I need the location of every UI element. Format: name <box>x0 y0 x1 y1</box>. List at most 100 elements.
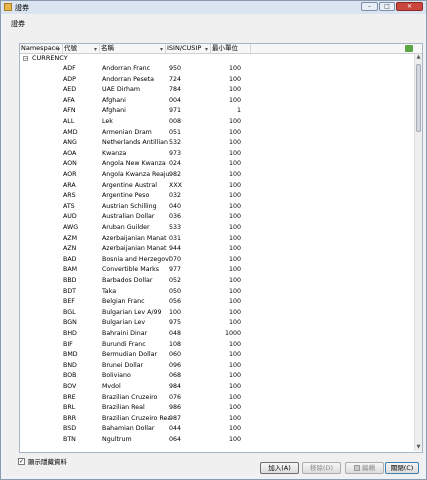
table-row[interactable]: BRR Brazilian Cruzeiro Real 987 100 <box>20 414 412 425</box>
scroll-down-icon[interactable]: ▼ <box>416 444 421 450</box>
cell-name: Austrian Schilling <box>102 202 157 210</box>
maximize-button[interactable]: □ <box>379 2 395 11</box>
cell-name: Angola New Kwanza <box>102 160 166 168</box>
close-window-button[interactable]: ✕ <box>396 2 423 11</box>
cell-isin: XXX <box>169 181 182 189</box>
cell-name: Ngultrum <box>102 436 132 443</box>
cell-min-unit: 100 <box>228 255 241 263</box>
table-row[interactable]: ADP Andorran Peseta 724 100 <box>20 75 412 86</box>
cell-isin: 973 <box>169 149 182 157</box>
table-row[interactable]: BDT Taka 050 100 <box>20 287 412 298</box>
column-header-code[interactable]: 代號 ▾ <box>63 44 100 53</box>
cell-code: BND <box>63 361 77 369</box>
table-row[interactable]: AFA Afghani 004 100 <box>20 96 412 107</box>
cell-min-unit: 100 <box>228 75 241 83</box>
cell-name: Taka <box>102 287 117 295</box>
table-row[interactable]: ALL Lek 008 100 <box>20 117 412 128</box>
table-row[interactable]: BGL Bulgarian Lev A/99 100 100 <box>20 308 412 319</box>
table-row[interactable]: BGN Bulgarian Lev 975 100 <box>20 318 412 329</box>
table-row[interactable]: AON Angola New Kwanza 024 100 <box>20 159 412 170</box>
table-row[interactable]: ARA Argentine Austral XXX 100 <box>20 181 412 192</box>
filter-icon[interactable]: ▾ <box>205 45 208 53</box>
cell-code: ADP <box>63 75 76 83</box>
filter-icon[interactable]: ▾ <box>160 45 163 53</box>
filter-icon[interactable]: ▾ <box>94 45 97 53</box>
edit-button[interactable]: 編輯 <box>345 462 384 474</box>
cell-name: Boliviano <box>102 372 131 380</box>
cell-min-unit: 100 <box>228 404 241 412</box>
column-header-isin[interactable]: ISIN/CUSIP ▾ <box>166 44 211 53</box>
cell-name: Barbados Dollar <box>102 277 153 284</box>
table-row[interactable]: BTN Ngultrum 064 100 <box>20 435 412 446</box>
scroll-up-icon[interactable]: ▲ <box>416 54 421 60</box>
table-row[interactable]: ARS Argentine Peso 032 100 <box>20 191 412 202</box>
cell-isin: 032 <box>169 192 182 200</box>
cell-min-unit: 1 <box>236 107 241 115</box>
table-row[interactable]: BOV Mvdol 984 100 <box>20 382 412 393</box>
cell-min-unit: 100 <box>228 266 241 274</box>
cell-name: Kwanza <box>102 149 127 157</box>
cell-isin: 031 <box>169 234 182 242</box>
cell-min-unit: 100 <box>228 96 241 104</box>
table-row[interactable]: BND Brunei Dollar 096 100 <box>20 361 412 372</box>
cell-isin: 108 <box>169 340 182 348</box>
cell-code: ATS <box>63 202 75 210</box>
cell-code: BBD <box>63 277 77 284</box>
cell-min-unit: 100 <box>228 245 241 253</box>
table-row[interactable]: BHD Bahraini Dinar 048 1000 <box>20 329 412 340</box>
cell-code: AUD <box>63 213 77 221</box>
table-row[interactable]: BBD Barbados Dollar 052 100 <box>20 276 412 287</box>
table-row[interactable]: AWG Aruban Guilder 533 100 <box>20 223 412 234</box>
cell-code: BIF <box>63 340 73 348</box>
cell-name: Angola Kwanza Reajustad <box>102 171 170 178</box>
table-row[interactable]: AZM Azerbaijanian Manat 031 100 <box>20 234 412 245</box>
cell-min-unit: 100 <box>228 128 241 136</box>
table-row[interactable]: BAM Convertible Marks 977 100 <box>20 265 412 276</box>
vertical-scrollbar[interactable]: ▲ ▼ <box>414 54 422 451</box>
table-row[interactable]: ATS Austrian Schilling 040 100 <box>20 202 412 213</box>
cell-code: AFA <box>63 96 75 104</box>
table-row[interactable]: AOR Angola Kwanza Reajustad982 100 <box>20 170 412 181</box>
collapse-icon[interactable]: − <box>23 56 28 62</box>
table-row[interactable]: BOB Boliviano 068 100 <box>20 371 412 382</box>
export-icon[interactable] <box>405 45 413 52</box>
cell-code: BGN <box>63 319 77 327</box>
table-row[interactable]: ANG Netherlands Antillian Guilc532 100 <box>20 138 412 149</box>
show-hidden-checkbox[interactable]: ✓ <box>18 458 25 465</box>
table-row[interactable]: AOA Kwanza 973 100 <box>20 149 412 160</box>
close-button[interactable]: 關閉(C) <box>385 462 419 474</box>
securities-grid[interactable]: Namespace ▾ 代號 ▾ 名稱 ▾ ISIN/CUSIP ▾ 最小單位 − CU… <box>19 43 423 453</box>
minimize-button[interactable]: – <box>361 2 378 11</box>
table-row[interactable]: BRL Brazilian Real 986 100 <box>20 403 412 414</box>
cell-code: ARS <box>63 192 76 200</box>
remove-button[interactable]: 移除(D) <box>302 462 341 474</box>
table-row[interactable]: BMD Bermudian Dollar 060 100 <box>20 350 412 361</box>
column-header-min-unit[interactable]: 最小單位 <box>211 44 251 53</box>
table-row[interactable]: AUD Australian Dollar 036 100 <box>20 212 412 223</box>
cell-code: ALL <box>63 118 75 125</box>
cell-code: BAM <box>63 266 78 274</box>
table-row[interactable]: AMD Armenian Dram 051 100 <box>20 128 412 139</box>
cell-isin: 044 <box>169 425 182 433</box>
cell-min-unit: 100 <box>228 234 241 242</box>
cell-isin: 036 <box>169 213 182 221</box>
table-row[interactable]: BAD Bosnia and Herzegovina D070 100 <box>20 255 412 266</box>
table-row[interactable]: BEF Belgian Franc 056 100 <box>20 297 412 308</box>
table-row[interactable]: AFN Afghani 971 1 <box>20 106 412 117</box>
title-bar[interactable]: 證券 – □ ✕ <box>1 1 426 14</box>
cell-min-unit: 100 <box>228 192 241 200</box>
table-row[interactable]: BSD Bahamian Dollar 044 100 <box>20 424 412 435</box>
cell-code: BEF <box>63 298 75 306</box>
add-button[interactable]: 加入(A) <box>260 462 299 474</box>
scroll-thumb[interactable] <box>416 64 421 132</box>
section-label: 證券 <box>11 20 25 28</box>
table-row[interactable]: BRE Brazilian Cruzeiro 076 100 <box>20 393 412 404</box>
table-row[interactable]: BIF Burundi Franc 108 100 <box>20 340 412 351</box>
filter-icon[interactable]: ▾ <box>57 45 60 53</box>
table-row[interactable]: AZN Azerbaijanian Manat 944 100 <box>20 244 412 255</box>
cell-name: Afghani <box>102 96 126 104</box>
column-header-namespace[interactable]: Namespace ▾ <box>20 44 63 53</box>
column-header-name[interactable]: 名稱 ▾ <box>100 44 166 53</box>
table-row[interactable]: AED UAE Dirham 784 100 <box>20 85 412 96</box>
table-row[interactable]: ADF Andorran Franc 950 100 <box>20 64 412 75</box>
